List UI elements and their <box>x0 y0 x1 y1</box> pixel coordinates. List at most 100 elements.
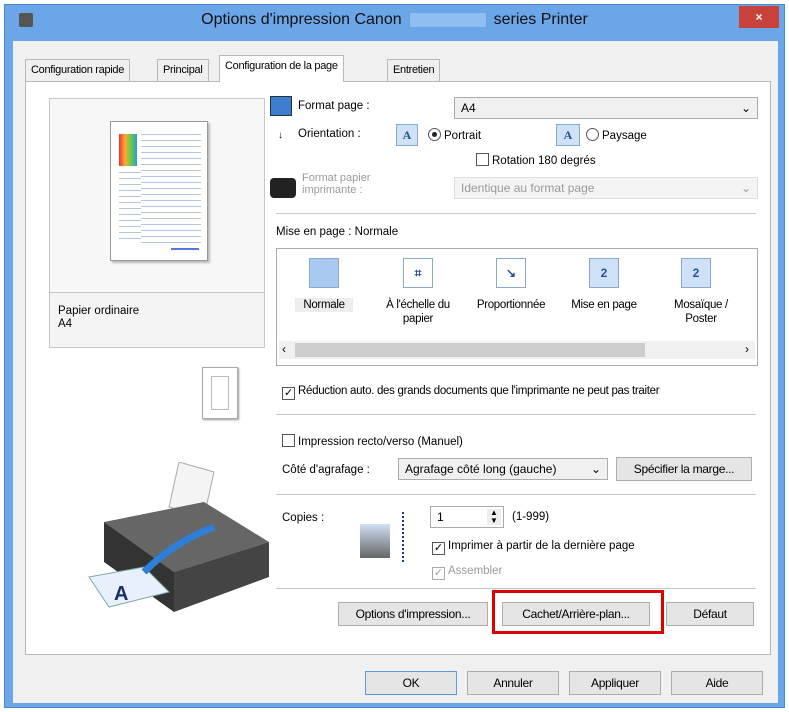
scrollbar-thumb[interactable] <box>295 343 645 357</box>
copies-input[interactable]: 1 ▲ ▼ <box>430 506 504 528</box>
tab-main[interactable]: Principal <box>157 59 209 81</box>
copies-value: 1 <box>437 510 444 524</box>
help-button[interactable]: Aide <box>671 671 763 695</box>
layout-label: Mise en page : Normale <box>276 226 398 238</box>
chevron-down-icon: ⌄ <box>590 462 601 476</box>
preview-text-lines-left <box>119 172 141 244</box>
copies-stepper[interactable]: ▲ ▼ <box>487 509 501 525</box>
stapling-label: Côté d'agrafage : <box>282 464 370 476</box>
radio-landscape[interactable] <box>586 128 599 141</box>
ok-button[interactable]: OK <box>365 671 457 695</box>
copies-range: (1-999) <box>512 511 550 523</box>
checkbox[interactable]: ✓ <box>432 542 445 555</box>
layout-option-scaled[interactable]: Proportionnée <box>467 298 555 312</box>
checkbox: ✓ <box>432 567 445 580</box>
divider <box>276 213 756 214</box>
layout-option-tiling[interactable]: Mosaïque / Poster <box>661 298 741 326</box>
landscape-radio[interactable]: Paysage <box>586 128 647 142</box>
layout-label-text: Mise en page : <box>276 226 352 238</box>
media-info: Papier ordinaire A4 <box>49 292 265 348</box>
defaults-button[interactable]: Défaut <box>666 602 754 626</box>
title-text-suffix: series Printer <box>493 11 588 28</box>
portrait-radio[interactable]: Portrait <box>428 128 481 142</box>
layout-normal-icon[interactable] <box>309 258 339 288</box>
duplex-checkbox[interactable]: Impression recto/verso (Manuel) <box>282 434 463 448</box>
layout-option-page-layout[interactable]: Mise en page <box>561 298 647 312</box>
layout-tiling-icon[interactable]: 2 <box>681 258 711 288</box>
page-size-value: A4 <box>461 101 476 115</box>
layout-option-fit[interactable]: À l'échelle du papier <box>373 298 463 326</box>
auto-reduce-label: Réduction auto. des grands documents que… <box>298 385 660 397</box>
layout-list: ⌗ ↘ 2 2 Normale À l'échelle du papier Pr… <box>276 248 758 366</box>
page-setup-panel: Papier ordinaire A4 A Format page : A4 ⌄ … <box>25 81 771 655</box>
page-size-select[interactable]: A4 ⌄ <box>454 97 758 119</box>
checkbox[interactable] <box>476 153 489 166</box>
printer-paper-select: Identique au format page ⌄ <box>454 177 758 199</box>
close-button[interactable]: × <box>739 6 779 28</box>
stapling-select[interactable]: Agrafage côté long (gauche) ⌄ <box>398 458 608 480</box>
layout-fit-icon[interactable]: ⌗ <box>403 258 433 288</box>
title-text: Options d'impression Canon <box>201 11 402 28</box>
dialog-body: Configuration rapide Principal Configura… <box>13 41 778 703</box>
cancel-button[interactable]: Annuler <box>467 671 559 695</box>
printer-paper-icon <box>270 178 296 198</box>
chevron-down-icon: ⌄ <box>740 101 751 115</box>
rotate-180-checkbox[interactable]: Rotation 180 degrés <box>476 153 596 167</box>
divider <box>276 588 756 589</box>
collate-order-icon <box>402 512 408 562</box>
divider <box>276 494 756 495</box>
landscape-icon: A <box>556 124 580 146</box>
checkbox[interactable]: ✓ <box>282 387 295 400</box>
portrait-label: Portrait <box>444 130 482 142</box>
preview-text-lines <box>141 134 201 244</box>
arrow-down-icon: ↓ <box>278 130 283 141</box>
orientation-label: Orientation : <box>298 128 361 140</box>
layout-option-normal[interactable]: Normale <box>295 298 353 312</box>
stamp-background-button[interactable]: Cachet/Arrière-plan... <box>502 602 650 626</box>
printer-icon <box>19 13 33 27</box>
media-type: Papier ordinaire <box>58 305 140 317</box>
landscape-label: Paysage <box>602 130 647 142</box>
page-size-label: Format page : <box>298 100 370 112</box>
page-preview <box>110 121 208 261</box>
preview-footer-line <box>171 248 199 250</box>
collate-label: Assembler <box>448 565 503 577</box>
radio-portrait[interactable] <box>428 128 441 141</box>
reverse-label: Imprimer à partir de la dernière page <box>448 540 635 552</box>
tab-quick-setup[interactable]: Configuration rapide <box>25 59 131 81</box>
tab-page-setup[interactable]: Configuration de la page <box>219 55 344 82</box>
horizontal-scrollbar[interactable]: ‹ › <box>279 341 755 359</box>
copies-label: Copies : <box>282 512 325 524</box>
apply-button[interactable]: Appliquer <box>569 671 661 695</box>
redacted-model <box>409 12 486 27</box>
layout-page-layout-icon[interactable]: 2 <box>589 258 619 288</box>
duplex-label: Impression recto/verso (Manuel) <box>298 436 463 448</box>
collate-checkbox: ✓ Assembler <box>432 565 502 580</box>
copies-stack-icon <box>360 524 390 558</box>
layout-value: Normale <box>354 226 399 238</box>
title-bar: Options d'impression Canon series Printer <box>5 5 784 39</box>
divider <box>276 414 756 415</box>
page-size-icon <box>270 96 292 116</box>
specify-margin-button[interactable]: Spécifier la marge... <box>616 457 752 481</box>
scroll-left-icon[interactable]: ‹ <box>282 342 286 356</box>
rotate-label: Rotation 180 degrés <box>492 155 596 167</box>
label-line: Format papier <box>302 172 371 184</box>
auto-reduce-checkbox[interactable]: ✓ Réduction auto. des grands documents qu… <box>282 385 660 400</box>
chevron-down-icon: ⌄ <box>740 181 751 195</box>
tab-maintenance[interactable]: Entretien <box>387 59 441 81</box>
stapling-value: Agrafage côté long (gauche) <box>405 462 557 476</box>
scroll-right-icon[interactable]: › <box>745 342 749 356</box>
preview-area <box>49 98 265 310</box>
media-size: A4 <box>58 318 73 330</box>
checkbox[interactable] <box>282 434 295 447</box>
portrait-icon: A <box>396 124 418 146</box>
layout-scaled-icon[interactable]: ↘ <box>496 258 526 288</box>
print-options-button[interactable]: Options d'impression... <box>338 602 488 626</box>
preview-image <box>119 134 137 166</box>
svg-text:A: A <box>114 583 128 605</box>
paper-orientation-icon <box>202 367 238 419</box>
reverse-order-checkbox[interactable]: ✓ Imprimer à partir de la dernière page <box>432 540 635 555</box>
printer-paper-value: Identique au format page <box>461 181 595 195</box>
printer-paper-label: Format papier imprimante : <box>302 172 370 196</box>
